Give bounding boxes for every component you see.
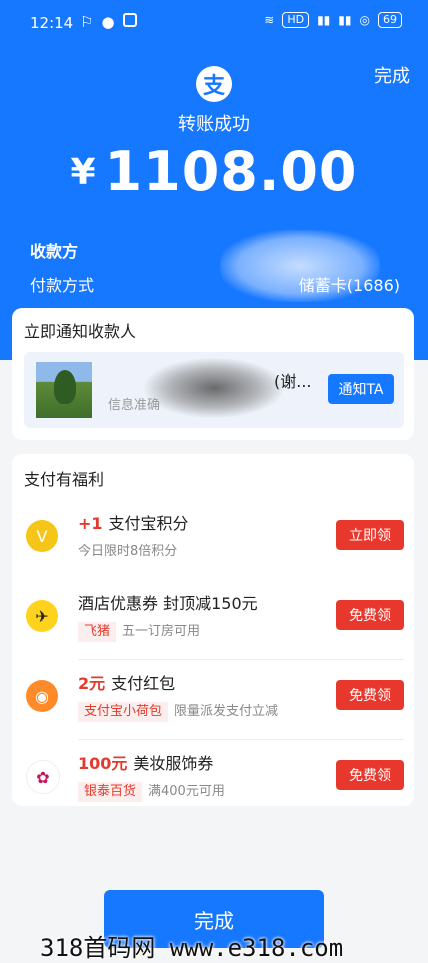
status-time: 12:14 [30, 14, 74, 32]
perk-title-line: 酒店优惠券 封顶减150元 [78, 590, 258, 614]
payee-label: 收款方 [30, 242, 79, 261]
perk-item[interactable]: ◉ 2元 支付红包 支付宝小荷包 限量派发支付立减 免费领 [12, 660, 414, 740]
perk-title: 美妆服饰券 [133, 754, 214, 773]
perk-desc-line: 今日限时8倍积分 [78, 540, 177, 559]
perk-claim-button[interactable]: 立即领 [336, 520, 404, 550]
points-coin-icon: V [26, 520, 58, 552]
system-icons: ≋ HD ▮▮ ▮▮ ◎ 69 [264, 12, 402, 28]
perk-desc-line: 飞猪 五一订房可用 [78, 620, 200, 642]
perk-desc: 今日限时8倍积分 [78, 544, 178, 559]
perk-tag: 银泰百货 [78, 782, 143, 802]
perk-item[interactable]: V +1 支付宝积分 今日限时8倍积分 立即领 [12, 500, 414, 580]
fliggy-icon: ✈ [26, 600, 58, 632]
currency-symbol: ¥ [70, 152, 97, 193]
perk-title: 酒店优惠券 封顶减150元 [78, 594, 258, 613]
status-bar: 12:14 ⚐ ● ≋ HD ▮▮ ▮▮ ◎ 69 [0, 0, 428, 48]
amount: ¥1108.00 [0, 140, 428, 203]
payment-method-value: 储蓄卡(1686) [298, 276, 400, 295]
nfc-icon: ◎ [359, 13, 370, 27]
perk-desc-line: 支付宝小荷包 限量派发支付立减 [78, 700, 278, 722]
benefits-card: 支付有福利 V +1 支付宝积分 今日限时8倍积分 立即领 ✈ 酒店优惠券 封顶减… [12, 454, 414, 806]
notify-button[interactable]: 通知TA [328, 374, 394, 404]
payment-method-label: 付款方式 [30, 276, 95, 295]
done-link-top[interactable]: 完成 [374, 62, 410, 88]
payee-avatar [36, 362, 92, 418]
wifi-icon: ≋ [264, 13, 275, 27]
notification-app-icon: ⚐ [80, 13, 94, 31]
notify-panel: (谢... 信息准确 通知TA [24, 352, 404, 428]
perk-tag: 飞猪 [78, 622, 117, 642]
wechat-icon: ● [101, 13, 115, 31]
app-icon [122, 13, 137, 27]
perk-item[interactable]: ✈ 酒店优惠券 封顶减150元 飞猪 五一订房可用 免费领 [12, 580, 414, 660]
notification-icons: ⚐ ● [80, 13, 137, 31]
notify-card: 立即通知收款人 (谢... 信息准确 通知TA [12, 308, 414, 440]
hd-icon: HD [282, 12, 310, 28]
battery-icon: 69 [378, 12, 402, 28]
perk-claim-button[interactable]: 免费领 [336, 680, 404, 710]
perk-desc: 满400元可用 [148, 784, 225, 799]
benefits-title: 支付有福利 [24, 470, 105, 489]
perk-desc: 五一订房可用 [122, 624, 201, 639]
alipay-logo-icon: 支 [196, 66, 232, 102]
perk-tag: 支付宝小荷包 [78, 702, 169, 722]
perk-desc: 限量派发支付立减 [174, 704, 279, 719]
payee-subtitle: 信息准确 [108, 398, 161, 413]
perk-desc-line: 银泰百货 满400元可用 [78, 780, 225, 802]
red-packet-icon: ◉ [26, 680, 58, 712]
perk-highlight: 2元 [78, 674, 106, 693]
payment-method-row: 付款方式 储蓄卡(1686) [30, 270, 400, 304]
perk-title-line: +1 支付宝积分 [78, 510, 189, 534]
signal-icon: ▮▮ [317, 13, 331, 27]
perk-claim-button[interactable]: 免费领 [336, 760, 404, 790]
transfer-success-title: 转账成功 [178, 114, 250, 135]
payee-row: 收款方 [30, 230, 400, 302]
perk-title-line: 2元 支付红包 [78, 670, 175, 694]
intime-logo-icon: ✿ [26, 760, 60, 794]
payee-name: (谢... [274, 372, 312, 391]
redaction-smudge [144, 358, 284, 418]
perk-title: 支付红包 [111, 674, 176, 693]
perk-item[interactable]: ✿ 100元 美妆服饰券 银泰百货 满400元可用 免费领 [12, 740, 414, 820]
perk-claim-button[interactable]: 免费领 [336, 600, 404, 630]
perk-title: 支付宝积分 [108, 514, 189, 533]
amount-value: 1108.00 [104, 140, 358, 203]
perk-title-line: 100元 美妆服饰券 [78, 750, 213, 774]
notify-title: 立即通知收款人 [24, 322, 137, 341]
transfer-details: 收款方 付款方式 储蓄卡(1686) [30, 230, 400, 304]
watermark: 318首码网 www.e318.com [40, 934, 344, 962]
perk-highlight: +1 [78, 514, 103, 533]
perk-highlight: 100元 [78, 754, 128, 773]
signal-icon-2: ▮▮ [338, 13, 352, 27]
